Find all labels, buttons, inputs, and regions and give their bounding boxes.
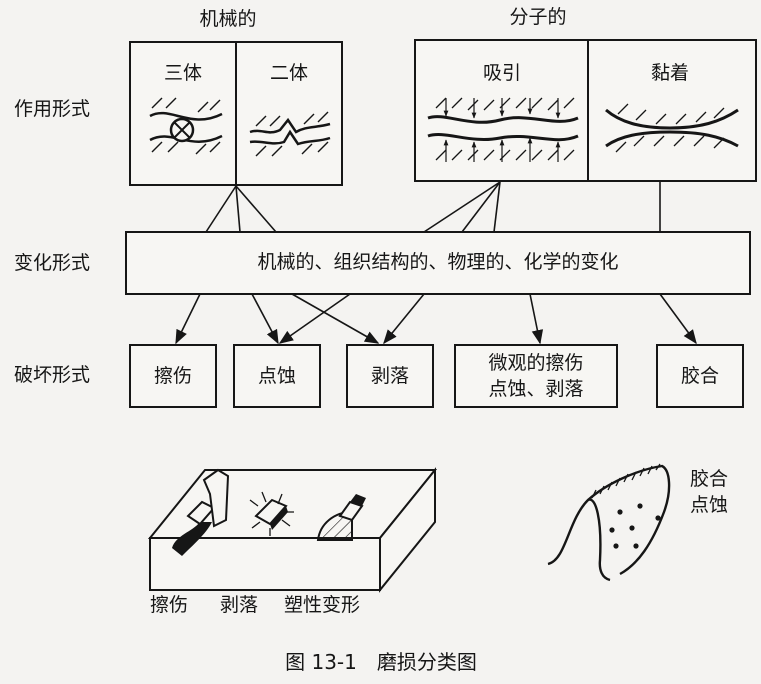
row-label-interaction: 作用形式 [14,98,91,120]
illustration-label-pitting: 点蚀 [690,494,729,516]
gluing-illustration [547,463,671,582]
abrasion-label: 擦伤 [153,365,193,387]
row-label-damage: 破坏形式 [14,364,91,386]
illustration-label-plastic-deformation: 塑性变形 [284,594,361,616]
illustration-label-spalling: 剥落 [220,594,259,616]
micro-damage-label-line2: 点蚀、剥落 [488,378,584,400]
three-body-label: 三体 [163,62,203,84]
micro-damage-label-line1: 微观的擦伤 [488,352,584,374]
mechanical-header: 机械的 [199,8,257,30]
adhesion-label: 黏着 [650,62,690,84]
wear-classification-diagram: 机械的 分子的 作用形式 变化形式 破坏形式 三体 二体 吸引 黏着 机械的、组… [0,0,761,684]
molecular-panel [414,39,757,182]
block-illustration [147,467,438,593]
pitting-label: 点蚀 [257,365,297,387]
illustration-label-gluing: 胶合 [690,468,729,490]
attraction-label: 吸引 [482,62,522,84]
change-text: 机械的、组织结构的、物理的、化学的变化 [257,251,619,273]
figure-caption: 图 13-1 磨损分类图 [285,650,477,674]
row-label-change: 变化形式 [14,252,91,274]
spalling-label: 剥落 [370,365,410,387]
gluing-label: 胶合 [680,365,720,387]
two-body-label: 二体 [269,62,309,84]
diagram-lines [125,39,757,593]
illustration-label-abrasion: 擦伤 [150,594,189,616]
molecular-header: 分子的 [509,6,567,28]
